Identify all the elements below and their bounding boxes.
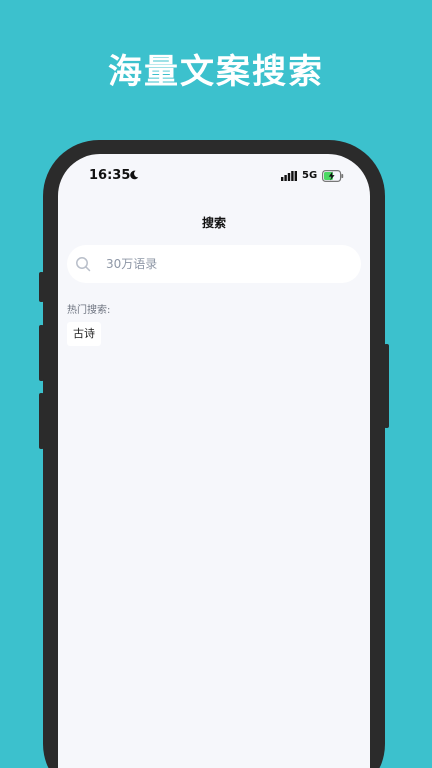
network-type: 5G xyxy=(302,170,318,181)
phone-power-button xyxy=(384,344,389,428)
promo-headline: 海量文案搜索 xyxy=(108,52,324,92)
moon-icon xyxy=(130,170,139,180)
search-input[interactable] xyxy=(103,245,356,283)
phone-volume-up xyxy=(39,325,44,381)
phone-screen: 16:35 5G 搜索 30万语录 热门搜索: 古诗 xyxy=(58,154,370,768)
phone-silent-switch xyxy=(39,272,44,302)
hot-search-tag[interactable]: 古诗 xyxy=(67,322,101,346)
promo-stage: 海量文案搜索 16:35 5G 搜索 30万语录 热门搜索: 古诗 xyxy=(0,0,432,768)
search-bar[interactable] xyxy=(67,245,361,283)
status-bar: 16:35 5G xyxy=(58,154,370,198)
battery-charging-icon xyxy=(322,170,344,182)
status-time: 16:35 xyxy=(89,168,131,183)
hot-search-label: 热门搜索: xyxy=(67,305,111,316)
phone-volume-down xyxy=(39,393,44,449)
hot-search-tags: 古诗 xyxy=(67,322,101,346)
search-icon xyxy=(76,257,91,272)
page-title: 搜索 xyxy=(201,216,226,230)
signal-bars-icon xyxy=(281,171,297,181)
